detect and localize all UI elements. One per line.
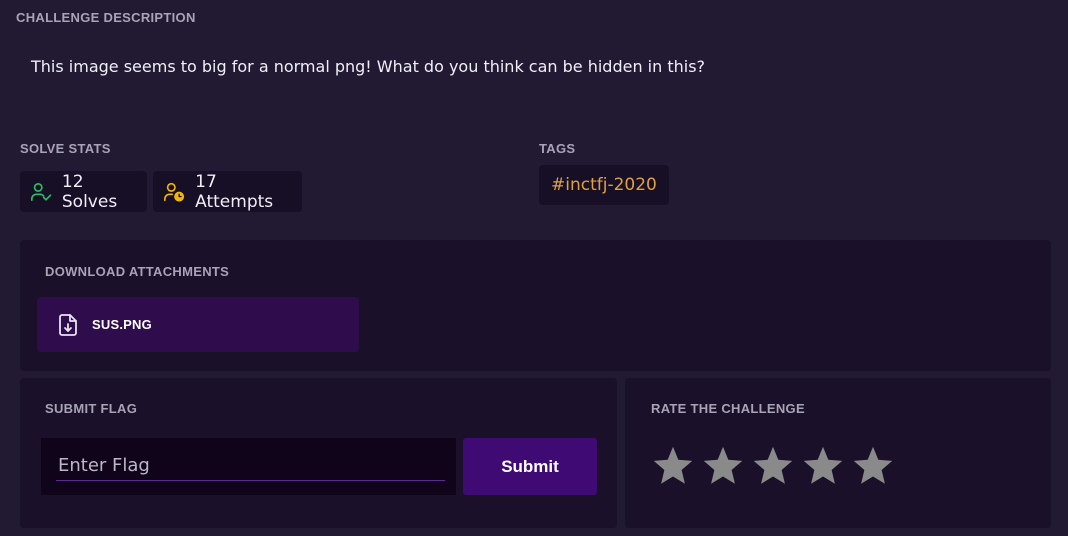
tag-label: #inctfj-2020 [551, 175, 657, 195]
challenge-view: CHALLENGE DESCRIPTION This image seems t… [0, 0, 1068, 536]
star-icon-5[interactable] [851, 444, 895, 488]
submit-button[interactable]: Submit [463, 438, 597, 495]
challenge-description-text: This image seems to big for a normal png… [31, 57, 706, 76]
challenge-description-heading: CHALLENGE DESCRIPTION [16, 10, 196, 25]
flag-input[interactable] [56, 450, 445, 481]
solves-chip: 12 Solves [20, 171, 147, 212]
attempts-chip: 17 Attempts [153, 171, 302, 212]
submit-flag-heading: SUBMIT FLAG [45, 401, 138, 416]
user-clock-icon [164, 182, 185, 202]
solve-stats-heading: SOLVE STATS [20, 141, 111, 156]
solves-count: 12 Solves [61, 171, 118, 212]
star-icon-4[interactable] [801, 444, 845, 488]
star-rating [651, 444, 895, 488]
attempts-count: 17 Attempts [195, 171, 274, 212]
user-check-icon [31, 182, 52, 201]
download-attachments-heading: DOWNLOAD ATTACHMENTS [45, 264, 230, 279]
tags-heading: TAGS [539, 141, 576, 156]
star-icon-2[interactable] [701, 444, 745, 488]
star-icon-3[interactable] [751, 444, 795, 488]
file-download-icon [59, 313, 77, 336]
tag-chip[interactable]: #inctfj-2020 [539, 165, 669, 205]
rate-challenge-heading: RATE THE CHALLENGE [651, 401, 805, 416]
attachment-download-button[interactable]: SUS.PNG [37, 297, 359, 352]
flag-input-container [41, 438, 456, 495]
star-icon-1[interactable] [651, 444, 695, 488]
attachment-filename: SUS.PNG [92, 317, 152, 332]
